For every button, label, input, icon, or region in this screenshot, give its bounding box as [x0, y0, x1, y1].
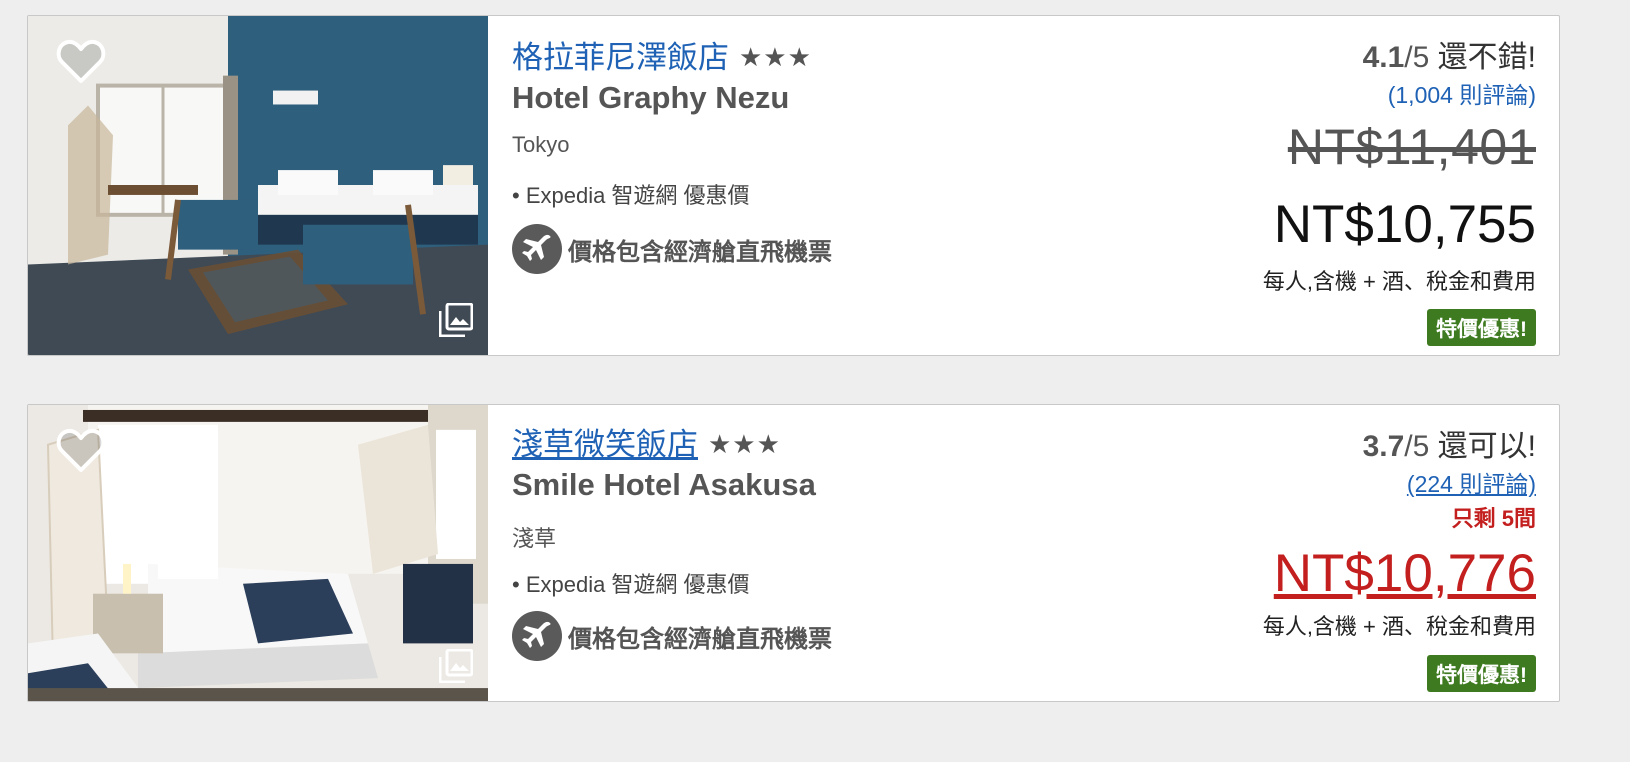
- current-price: NT$10,755: [1273, 195, 1536, 254]
- hotel-name-en: Hotel Graphy Nezu: [512, 80, 790, 115]
- price-note: 每人,含機 + 酒、稅金和費用: [1262, 614, 1536, 639]
- star-rating: ★★★: [739, 42, 812, 72]
- gallery-icon[interactable]: [438, 302, 474, 338]
- hotel-card[interactable]: 格拉菲尼澤飯店 ★★★ Hotel Graphy Nezu Tokyo • Exp…: [27, 15, 1560, 356]
- hotel-name-link[interactable]: 淺草微笑飯店 ★★★: [512, 419, 781, 464]
- hotel-name-link[interactable]: 格拉菲尼澤飯店 ★★★: [512, 32, 812, 77]
- rating-score: 3.7: [1362, 430, 1405, 463]
- flight-included: 價格包含經濟艙直飛機票: [512, 611, 832, 663]
- rating-denominator: /5: [1404, 41, 1430, 74]
- rooms-left-alert: 只剩 5間: [1451, 506, 1536, 531]
- airplane-icon: [512, 224, 562, 274]
- gallery-icon[interactable]: [438, 648, 474, 684]
- hotel-photo[interactable]: [28, 16, 488, 355]
- rating-denominator: /5: [1404, 430, 1430, 463]
- original-price: NT$11,401: [1287, 119, 1536, 175]
- rating-text: 還可以!: [1437, 430, 1536, 463]
- price-note: 每人,含機 + 酒、稅金和費用: [1262, 269, 1536, 294]
- hotel-location: Tokyo: [512, 132, 570, 157]
- favorite-heart-icon[interactable]: [56, 427, 106, 473]
- airplane-icon: [512, 611, 562, 661]
- hotel-card[interactable]: 淺草微笑飯店 ★★★ Smile Hotel Asakusa 淺草 • Exped…: [27, 404, 1560, 702]
- hotel-name-en: Smile Hotel Asakusa: [512, 467, 816, 502]
- star-rating: ★★★: [708, 429, 781, 459]
- favorite-heart-icon[interactable]: [56, 38, 106, 84]
- rating-score: 4.1: [1362, 41, 1405, 74]
- hotel-location: 淺草: [512, 526, 557, 551]
- rating-text: 還不錯!: [1437, 41, 1536, 74]
- reviews-link[interactable]: (1,004 則評論): [1388, 76, 1536, 110]
- deal-source: • Expedia 智遊網 優惠價: [512, 572, 750, 597]
- guest-rating: 3.7/5 還可以!: [1363, 421, 1536, 465]
- current-price-link[interactable]: NT$10,776: [1274, 543, 1536, 604]
- guest-rating: 4.1/5 還不錯!: [1363, 32, 1536, 76]
- deal-source: • Expedia 智遊網 優惠價: [512, 183, 750, 208]
- reviews-link[interactable]: (224 則評論): [1407, 465, 1536, 499]
- flight-included: 價格包含經濟艙直飛機票: [512, 224, 832, 276]
- hotel-photo[interactable]: [28, 405, 488, 701]
- flight-note: 價格包含經濟艙直飛機票: [568, 625, 832, 653]
- hotel-name-cn[interactable]: 淺草微笑飯店: [512, 427, 698, 462]
- deal-badge: 特價優惠!: [1427, 309, 1536, 346]
- hotel-name-cn[interactable]: 格拉菲尼澤飯店: [512, 40, 729, 75]
- deal-badge: 特價優惠!: [1427, 655, 1536, 692]
- flight-note: 價格包含經濟艙直飛機票: [568, 238, 832, 266]
